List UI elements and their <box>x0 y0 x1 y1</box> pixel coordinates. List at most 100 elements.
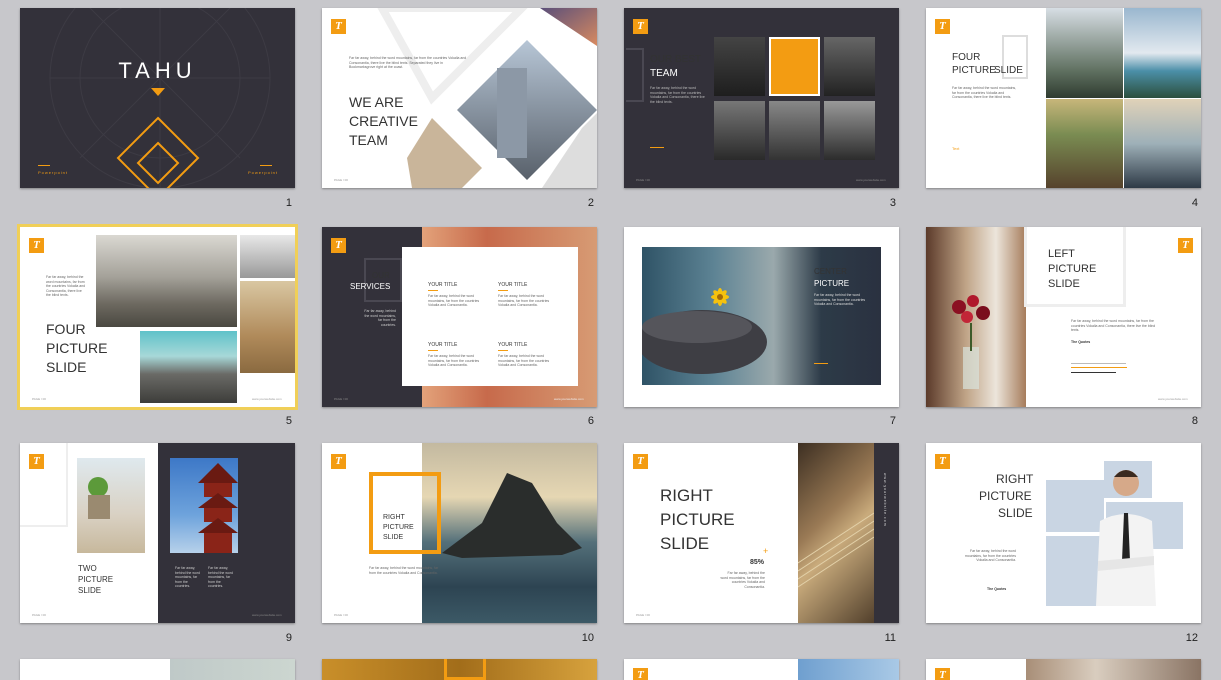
quote-author: The Quotes <box>987 587 1007 591</box>
slide-5-line1: FOUR <box>46 321 86 337</box>
slide-8-line2: PICTURE <box>1048 263 1097 275</box>
slide-2-line3: TEAM <box>349 132 388 148</box>
slide-11-line1: RIGHT <box>660 486 713 505</box>
logo-icon: T <box>935 454 950 469</box>
stone-flower-graphic <box>642 288 767 374</box>
slide-12-line1: RIGHT <box>996 472 1034 486</box>
slide-10-line2: PICTURE <box>383 524 414 531</box>
guitar-strings-graphic <box>798 512 874 588</box>
slide-thumbnail-2[interactable]: T Far far away, behind the word mountain… <box>322 8 597 188</box>
roses-graphic <box>952 295 990 389</box>
logo-icon: T <box>331 238 346 253</box>
slide-number: 1 <box>285 197 292 209</box>
slide-1-footer-left: Powerpoint <box>38 170 69 175</box>
team-photo <box>769 37 820 96</box>
team-photo <box>769 101 820 160</box>
slide-4-line3: SLIDE <box>994 65 1023 76</box>
slide-thumbnail-14[interactable] <box>322 659 597 680</box>
cactus-graphic <box>88 477 110 519</box>
woman-lake-photo <box>1124 99 1201 188</box>
slide-number: 11 <box>884 632 896 644</box>
slide-number: 5 <box>285 415 292 427</box>
mountain-photo <box>1046 8 1123 98</box>
slide-number: 8 <box>1191 415 1198 427</box>
slide-number: 7 <box>889 415 896 427</box>
slide-thumbnail-15[interactable]: T <box>624 659 899 680</box>
slide-11-line3: SLIDE <box>660 534 710 553</box>
girl-field-photo <box>240 281 295 373</box>
slide-thumbnail-1[interactable]: TAHU Powerpoint Powerpoint <box>20 8 295 188</box>
slide-number: 3 <box>889 197 896 209</box>
slide-thumbnail-10[interactable]: T RIGHT PICTURE SLIDE Far far away, behi… <box>322 443 597 623</box>
slide-5-line2: PICTURE <box>46 340 108 356</box>
slide-thumbnail-13[interactable] <box>20 659 295 680</box>
slide-number: 12 <box>1185 632 1198 644</box>
slide-1-title: TAHU <box>118 58 197 83</box>
team-photo <box>714 101 765 160</box>
triangle-marker-icon <box>151 88 165 96</box>
slide-8-line3: SLIDE <box>1048 278 1080 290</box>
slide-thumbnail-4[interactable]: T FOUR PICTURE SLIDE Far far away, behin… <box>926 8 1201 188</box>
slide-2-line1: WE ARE <box>349 94 404 110</box>
slide-2-line2: CREATIVE <box>349 113 418 129</box>
logo-icon: T <box>29 238 44 253</box>
businessman-graphic <box>1096 470 1156 606</box>
team-photo <box>824 101 875 160</box>
landscape-photo <box>1046 99 1123 188</box>
slide-number: 6 <box>587 415 594 427</box>
slide-3-line2: TEAM <box>650 68 678 79</box>
slide-thumbnail-5[interactable]: T Far far away, behind the word mountain… <box>17 224 298 410</box>
slide-11-line2: PICTURE <box>660 510 735 529</box>
logo-icon: T <box>331 454 346 469</box>
logo-icon: T <box>935 668 950 680</box>
card-title: YOUR TITLE <box>428 342 458 348</box>
slide-12-line2: PICTURE <box>979 489 1032 503</box>
card-title: YOUR TITLE <box>498 342 528 348</box>
slide-9-line3: SLIDE <box>78 586 102 595</box>
quote-author: The Quotes <box>1071 340 1091 344</box>
slide-number: 2 <box>587 197 594 209</box>
logo-icon: T <box>633 454 648 469</box>
slide-9-line1: TWO <box>78 564 97 573</box>
pier-photo <box>96 235 237 327</box>
services-card: YOUR TITLE YOUR TITLE Far far away, behi… <box>402 247 578 386</box>
slide-9-line2: PICTURE <box>78 575 114 584</box>
slide-12-line3: SLIDE <box>998 506 1033 520</box>
plus-icon: + <box>763 546 769 556</box>
rock-graphic <box>442 473 582 558</box>
slide-number: 4 <box>1191 197 1198 209</box>
lighthouse-photo <box>240 235 295 278</box>
slide-number: 9 <box>285 632 292 644</box>
slide-6-line2: SERVICES <box>350 282 391 291</box>
logo-icon: T <box>633 668 648 680</box>
card-title: YOUR TITLE <box>428 282 458 288</box>
slide-4-line2: PICTURE <box>952 65 996 76</box>
team-photo <box>824 37 875 96</box>
slide-thumbnail-12[interactable]: T RIGHT PICTURE SLIDE Far far away, behi… <box>926 443 1201 623</box>
slide-thumbnail-9[interactable]: T TWO PICTURE SLIDE Far far away, behind… <box>20 443 295 623</box>
slide-5-line3: SLIDE <box>46 359 87 375</box>
logo-icon: T <box>1178 238 1193 253</box>
slide-8-line1: LEFT <box>1048 248 1075 260</box>
slide-6-line1: OUR <box>372 271 390 280</box>
slide-thumbnail-7[interactable]: CENTER PICTURE Far far away, behind the … <box>624 227 899 407</box>
slide-thumbnail-8[interactable]: T LEFT PICTURE SLIDE Far far away, behin… <box>926 227 1201 407</box>
slide-7-line2: PICTURE <box>814 279 850 288</box>
progress-percent: 85% <box>750 559 765 566</box>
slide-1-footer-right: Powerpoint <box>248 170 279 175</box>
slide-10-line1: RIGHT <box>383 514 405 521</box>
slide-thumbnail-11[interactable]: T RIGHT PICTURE SLIDE + 85% Far far away… <box>624 443 899 623</box>
slide-thumbnail-6[interactable]: T OUR SERVICES Far far away, behind the … <box>322 227 597 407</box>
stones-photo <box>140 331 237 403</box>
pagoda-graphic <box>198 463 238 553</box>
slide-4-line1: FOUR <box>952 52 981 63</box>
slide-number: 10 <box>581 632 594 644</box>
slide-thumbnail-16[interactable]: T <box>926 659 1201 680</box>
slide-thumbnail-3[interactable]: T OUR BEST TEAM Far far away, behind the… <box>624 8 899 188</box>
card-title: YOUR TITLE <box>498 282 528 288</box>
lake-photo <box>1124 8 1201 98</box>
slide-7-line1: CENTER <box>814 267 847 276</box>
slide-10-line3: SLIDE <box>383 534 404 541</box>
team-photo <box>714 37 765 96</box>
diamond-logo-icon <box>116 116 200 188</box>
